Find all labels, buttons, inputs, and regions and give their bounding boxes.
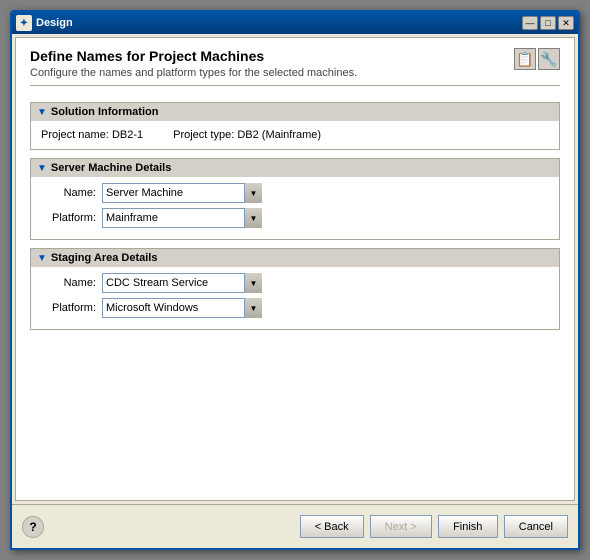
main-window: ✦ Design — □ ✕ Define Names for Project … — [10, 10, 580, 550]
staging-collapse-arrow[interactable]: ▼ — [37, 253, 47, 264]
footer: ? < Back Next > Finish Cancel — [12, 504, 578, 548]
project-type-value: DB2 (Mainframe) — [237, 129, 321, 141]
server-platform-row: Platform: Mainframe ▼ — [41, 208, 549, 228]
content-area: Define Names for Project Machines Config… — [15, 37, 575, 501]
page-subtitle: Configure the names and platform types f… — [30, 67, 357, 79]
help-icon-btn[interactable]: 📋 — [514, 48, 536, 70]
minimize-button[interactable]: — — [522, 16, 538, 30]
staging-section: ▼ Staging Area Details Name: CDC Stream … — [30, 248, 560, 330]
staging-section-body: Name: CDC Stream Service ▼ Platform: Mic… — [31, 267, 559, 329]
server-platform-select[interactable]: Mainframe — [102, 208, 262, 228]
staging-platform-select-wrapper: Microsoft Windows ▼ — [102, 298, 262, 318]
solution-info-row: Project name: DB2-1 Project type: DB2 (M… — [41, 127, 549, 143]
project-name-label: Project name: DB2-1 — [41, 129, 143, 141]
server-section: ▼ Server Machine Details Name: Server Ma… — [30, 158, 560, 240]
staging-name-select[interactable]: CDC Stream Service — [102, 273, 262, 293]
cancel-button[interactable]: Cancel — [504, 515, 568, 538]
staging-name-label: Name: — [41, 277, 96, 289]
help-button[interactable]: ? — [22, 516, 44, 538]
staging-section-title: Staging Area Details — [51, 252, 158, 264]
close-button[interactable]: ✕ — [558, 16, 574, 30]
server-collapse-arrow[interactable]: ▼ — [37, 163, 47, 174]
solution-section-header: ▼ Solution Information — [31, 103, 559, 121]
footer-buttons: < Back Next > Finish Cancel — [300, 515, 568, 538]
server-name-label: Name: — [41, 187, 96, 199]
staging-platform-row: Platform: Microsoft Windows ▼ — [41, 298, 549, 318]
staging-platform-label: Platform: — [41, 302, 96, 314]
staging-platform-select[interactable]: Microsoft Windows — [102, 298, 262, 318]
header-icons: 📋 🔧 — [514, 48, 560, 70]
window-title: Design — [36, 17, 522, 29]
server-platform-select-wrapper: Mainframe ▼ — [102, 208, 262, 228]
titlebar-controls: — □ ✕ — [522, 16, 574, 30]
header-text: Define Names for Project Machines Config… — [30, 48, 357, 79]
solution-section-body: Project name: DB2-1 Project type: DB2 (M… — [31, 121, 559, 149]
settings-icon-btn[interactable]: 🔧 — [538, 48, 560, 70]
staging-section-header: ▼ Staging Area Details — [31, 249, 559, 267]
maximize-button[interactable]: □ — [540, 16, 556, 30]
solution-collapse-arrow[interactable]: ▼ — [37, 107, 47, 118]
page-header: Define Names for Project Machines Config… — [30, 48, 560, 86]
project-name-value: DB2-1 — [112, 129, 143, 141]
solution-section-title: Solution Information — [51, 106, 159, 118]
server-name-select[interactable]: Server Machine — [102, 183, 262, 203]
server-name-select-wrapper: Server Machine ▼ — [102, 183, 262, 203]
project-type-label: Project type: DB2 (Mainframe) — [173, 129, 321, 141]
title-bar: ✦ Design — □ ✕ — [12, 12, 578, 34]
staging-name-row: Name: CDC Stream Service ▼ — [41, 273, 549, 293]
window-icon: ✦ — [16, 15, 32, 31]
back-button[interactable]: < Back — [300, 515, 364, 538]
next-button[interactable]: Next > — [370, 515, 432, 538]
server-section-header: ▼ Server Machine Details — [31, 159, 559, 177]
finish-button[interactable]: Finish — [438, 515, 498, 538]
server-platform-label: Platform: — [41, 212, 96, 224]
staging-name-select-wrapper: CDC Stream Service ▼ — [102, 273, 262, 293]
page-title: Define Names for Project Machines — [30, 48, 357, 64]
server-name-row: Name: Server Machine ▼ — [41, 183, 549, 203]
server-section-title: Server Machine Details — [51, 162, 171, 174]
server-section-body: Name: Server Machine ▼ Platform: Mainfra… — [31, 177, 559, 239]
solution-section: ▼ Solution Information Project name: DB2… — [30, 102, 560, 150]
